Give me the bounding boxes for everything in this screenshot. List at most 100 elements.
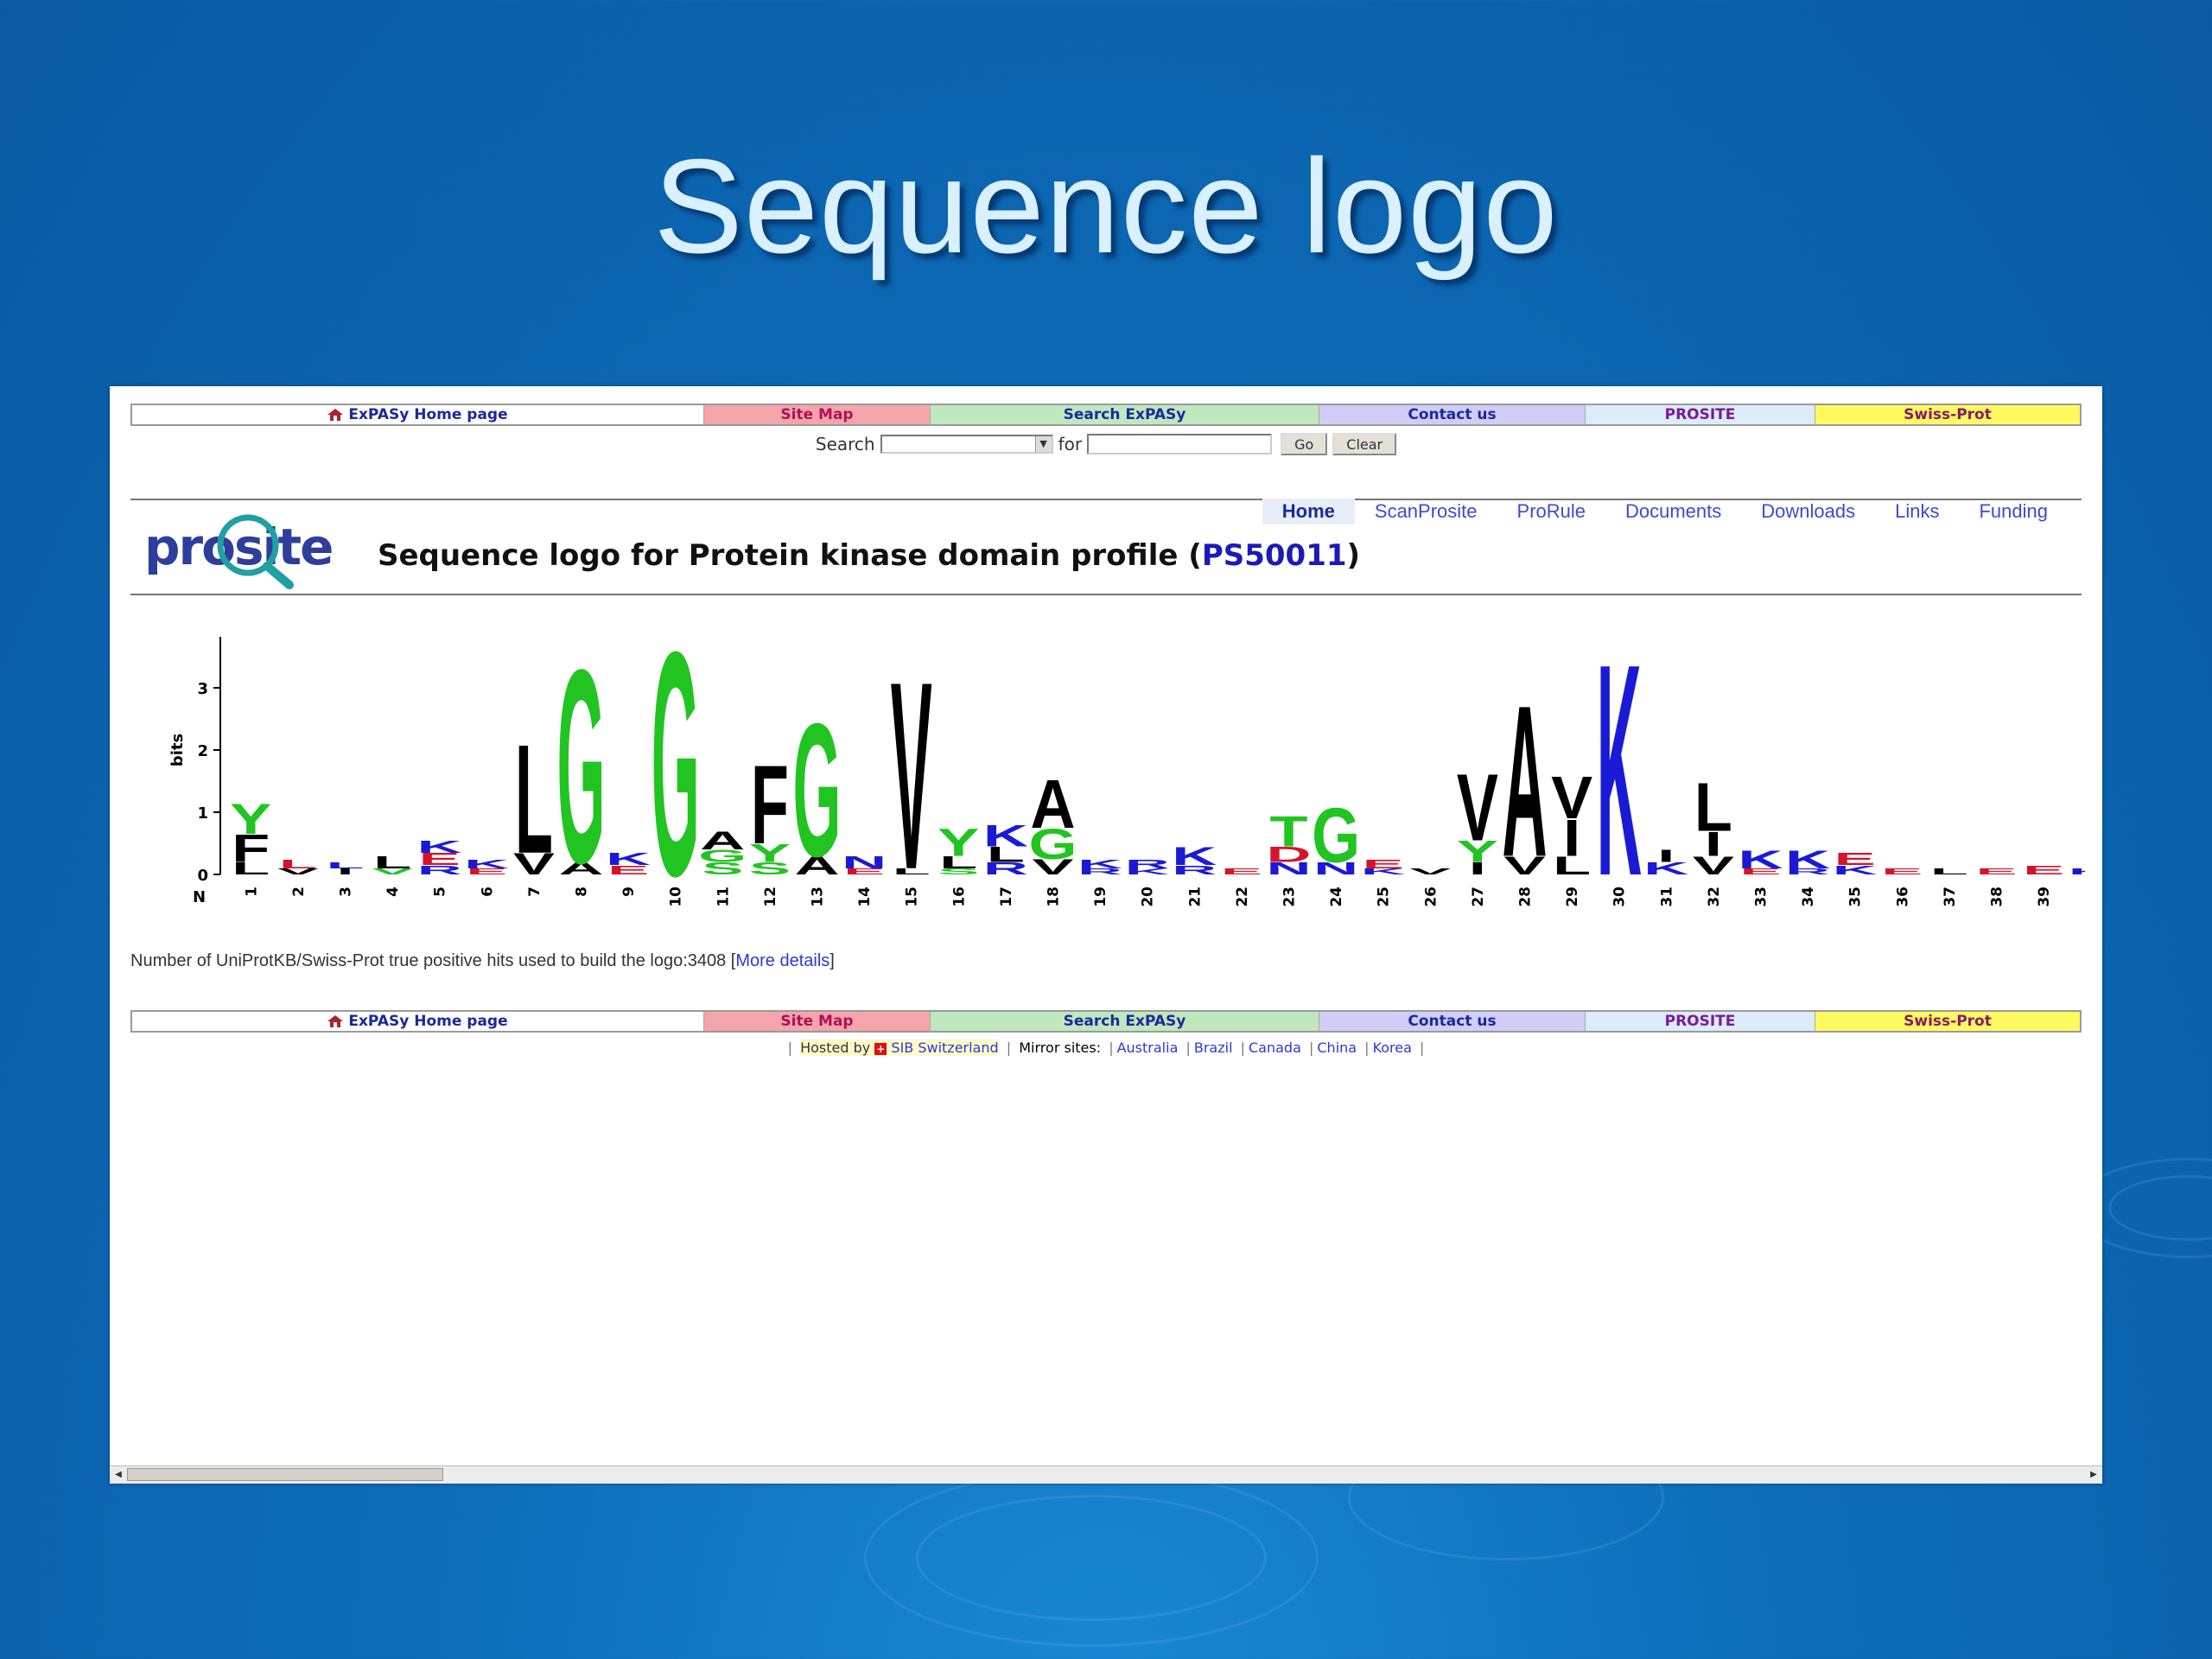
y-tick-label: 3 xyxy=(197,680,208,698)
nav-swissprot[interactable]: Swiss-Prot xyxy=(1815,405,2080,424)
logo-residue: A xyxy=(1030,766,1075,843)
logo-residue: G xyxy=(556,637,605,922)
x-tick-label: 15 xyxy=(904,887,921,907)
logo-residue: V xyxy=(1409,867,1451,876)
mirror-korea[interactable]: Korea xyxy=(1373,1039,1412,1056)
x-tick-label: 11 xyxy=(715,887,732,907)
more-details-link[interactable]: More details xyxy=(735,951,830,970)
x-tick-label: 35 xyxy=(1847,887,1865,907)
top-nav-bar: ExPASy Home page Site Map Search ExPASy … xyxy=(130,404,2082,426)
sib-link[interactable]: SIB Switzerland xyxy=(891,1039,998,1056)
link-prorule[interactable]: ProRule xyxy=(1497,499,1605,524)
logo-residue: K xyxy=(983,820,1028,854)
nav-contact-us[interactable]: Contact us xyxy=(1319,1012,1586,1031)
search-row: Search ▼ for Go Clear xyxy=(110,433,2102,455)
logo-residue: Y xyxy=(938,821,979,864)
logo-residue: E xyxy=(2023,863,2064,878)
scroll-right-icon[interactable]: ▶ xyxy=(2087,1468,2101,1482)
nav-search-expasy[interactable]: Search ExPASy xyxy=(931,405,1319,424)
logo-residue: N xyxy=(842,853,887,872)
x-tick-label: 1 xyxy=(243,887,260,897)
logo-residue: L xyxy=(279,857,317,872)
logo-residue: L xyxy=(373,853,411,872)
logo-stacks: LFYVLILVL REKEK VL AG EK G SGASYF AG EN LV SLYRLKV… xyxy=(230,637,2085,931)
logo-residue: L xyxy=(515,713,553,887)
browser-window: ExPASy Home page Site Map Search ExPASy … xyxy=(110,386,2102,1484)
nav-prosite[interactable]: PROSITE xyxy=(1586,405,1815,424)
logo-residue: K xyxy=(1172,842,1217,871)
x-tick-label: 21 xyxy=(1186,887,1204,907)
logo-residue: V xyxy=(1551,765,1592,832)
nav-swissprot[interactable]: Swiss-Prot xyxy=(1815,1012,2080,1031)
clear-button[interactable]: Clear xyxy=(1332,433,1397,455)
swiss-flag-icon: + xyxy=(874,1043,887,1055)
go-button[interactable]: Go xyxy=(1281,433,1328,455)
logo-residue: A xyxy=(1502,659,1547,901)
nav-expasy-home[interactable]: ExPASy Home page xyxy=(132,405,704,424)
y-axis: 01234bitsN xyxy=(168,637,221,906)
prosite-logo[interactable]: prosite xyxy=(144,505,352,596)
hosted-by-label: Hosted by xyxy=(800,1039,871,1056)
page-title: Sequence logo for Protein kinase domain … xyxy=(378,538,1360,573)
mirror-china[interactable]: China xyxy=(1317,1039,1357,1056)
link-links[interactable]: Links xyxy=(1875,499,1959,524)
hits-text: Number of UniProtKB/Swiss-Prot true posi… xyxy=(130,951,736,970)
logo-text: prosite xyxy=(144,518,332,576)
logo-residue: K xyxy=(417,837,462,856)
nav-site-map[interactable]: Site Map xyxy=(704,1012,931,1031)
slide-title: Sequence logo xyxy=(653,131,1559,281)
x-tick-label: 30 xyxy=(1611,887,1629,907)
logo-residue: G xyxy=(792,683,841,896)
link-funding[interactable]: Funding xyxy=(1959,499,2068,524)
x-tick-label: 8 xyxy=(574,887,591,897)
page-title-prefix: Sequence logo for Protein kinase domain … xyxy=(378,538,1202,573)
x-tick-label: 32 xyxy=(1706,887,1723,907)
x-tick-label: 3 xyxy=(338,887,355,897)
x-tick-label: 27 xyxy=(1470,887,1487,907)
database-select[interactable]: ▼ xyxy=(880,435,1053,454)
logo-residue: K xyxy=(1738,845,1783,874)
scroll-thumb[interactable] xyxy=(127,1468,443,1481)
link-documents[interactable]: Documents xyxy=(1605,499,1741,524)
link-home[interactable]: Home xyxy=(1262,499,1355,524)
x-tick-label: 2 xyxy=(290,887,308,897)
hits-close: ] xyxy=(830,951,835,970)
house-icon xyxy=(327,409,344,421)
nav-label: ExPASy Home page xyxy=(348,1013,508,1030)
link-downloads[interactable]: Downloads xyxy=(1741,499,1875,524)
nav-prosite[interactable]: PROSITE xyxy=(1586,1012,1815,1031)
search-label: Search xyxy=(815,434,875,454)
divider xyxy=(130,594,2082,595)
nav-site-map[interactable]: Site Map xyxy=(704,405,931,424)
logo-residue: E xyxy=(1363,857,1404,872)
mirror-label: Mirror sites: xyxy=(1019,1039,1102,1056)
x-tick-label: 23 xyxy=(1281,887,1299,907)
nav-expasy-home[interactable]: ExPASy Home page xyxy=(132,1012,704,1031)
footer-links: | Hosted by + SIB Switzerland | Mirror s… xyxy=(787,1039,1425,1056)
logo-residue: Y xyxy=(230,796,271,844)
logo-residue: L xyxy=(1930,867,1968,876)
nav-contact-us[interactable]: Contact us xyxy=(1319,405,1586,424)
logo-residue: F xyxy=(751,743,789,868)
chevron-down-icon: ▼ xyxy=(1034,436,1052,452)
mirror-canada[interactable]: Canada xyxy=(1249,1039,1301,1056)
scroll-left-icon[interactable]: ◀ xyxy=(111,1468,125,1482)
ps50011-link[interactable]: PS50011 xyxy=(1202,538,1347,573)
x-tick-label: 38 xyxy=(1989,887,2006,907)
x-tick-label: 24 xyxy=(1328,887,1345,907)
mirror-australia[interactable]: Australia xyxy=(1117,1039,1179,1056)
search-input[interactable] xyxy=(1087,434,1273,454)
link-scanprosite[interactable]: ScanProsite xyxy=(1355,499,1497,524)
x-tick-label: 39 xyxy=(2036,887,2053,907)
x-tick-label: 7 xyxy=(526,887,543,897)
sequence-logo-chart: 01234bitsN LFYVLILVLREKEKVLAGEKGSGASYFAG… xyxy=(168,637,2085,931)
x-tick-label: 26 xyxy=(1422,887,1440,907)
x-start-label: N xyxy=(193,888,206,906)
mirror-brazil[interactable]: Brazil xyxy=(1194,1039,1233,1056)
logo-residue: G xyxy=(1312,792,1360,879)
horizontal-scrollbar[interactable]: ◀ ▶ xyxy=(110,1465,2102,1484)
nav-search-expasy[interactable]: Search ExPASy xyxy=(931,1012,1319,1031)
logo-residue: L xyxy=(1694,769,1732,846)
logo-residue: E xyxy=(1221,867,1262,876)
x-tick-label: 13 xyxy=(810,887,827,907)
